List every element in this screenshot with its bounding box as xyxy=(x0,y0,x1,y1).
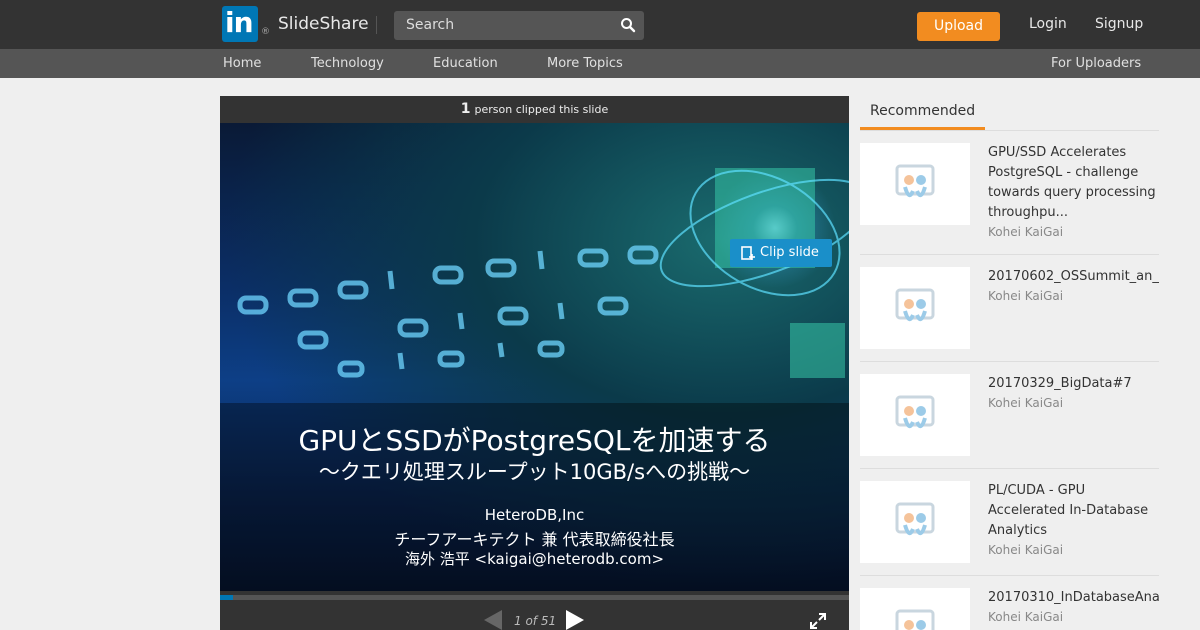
slide-subtitle: ～クエリ処理スループット10GB/sへの挑戦～ xyxy=(318,460,751,484)
list-item[interactable]: PL/CUDA - GPU Accelerated In-Database An… xyxy=(860,469,1159,576)
signup-link[interactable]: Signup xyxy=(1095,16,1143,32)
clip-count: 1 xyxy=(460,101,471,117)
thumbnail[interactable] xyxy=(860,374,970,456)
clip-count-bar: 1 person clipped this slide xyxy=(220,96,849,123)
slideshare-placeholder-icon xyxy=(895,609,935,630)
brand-divider xyxy=(376,16,377,34)
slide-image[interactable]: GPUとSSDがPostgreSQLを加速する ～クエリ処理スループット10GB… xyxy=(220,123,849,591)
next-slide-icon[interactable] xyxy=(566,610,584,630)
list-item[interactable]: 20170329_BigData#7 Kohei KaiGai xyxy=(860,362,1159,469)
slide-title: GPUとSSDがPostgreSQLを加速する xyxy=(298,424,771,457)
slideshare-placeholder-icon xyxy=(895,288,935,322)
clip-slide-button[interactable]: Clip slide xyxy=(730,239,832,267)
recommended-author[interactable]: Kohei KaiGai xyxy=(988,610,1063,624)
nav-more-topics[interactable]: More Topics xyxy=(547,56,623,71)
clip-count-text: person clipped this slide xyxy=(474,103,609,116)
slide-role: チーフアーキテクト 兼 代表取締役社長 xyxy=(394,530,675,549)
upload-button[interactable]: Upload xyxy=(917,12,1000,41)
nav-technology[interactable]: Technology xyxy=(311,56,384,71)
slideshare-placeholder-icon xyxy=(895,164,935,198)
slide-author: 海外 浩平 <kaigai@heterodb.com> xyxy=(404,550,665,568)
search-box[interactable]: Search xyxy=(394,11,644,40)
slide-player: 1 person clipped this slide GPUとSSDがPost… xyxy=(220,96,849,630)
recommended-author[interactable]: Kohei KaiGai xyxy=(988,289,1063,303)
brand-name[interactable]: SlideShare xyxy=(278,14,369,34)
clip-slide-label: Clip slide xyxy=(760,245,819,260)
tab-recommended[interactable]: Recommended xyxy=(860,96,985,130)
recommended-title[interactable]: 20170310_InDatabaseAna xyxy=(988,588,1164,608)
recommended-author[interactable]: Kohei KaiGai xyxy=(988,543,1063,557)
slideshare-placeholder-icon xyxy=(895,502,935,536)
recommended-author[interactable]: Kohei KaiGai xyxy=(988,225,1063,239)
sub-navigation: Home Technology Education More Topics Fo… xyxy=(0,49,1200,78)
thumbnail[interactable] xyxy=(860,143,970,225)
linkedin-logo[interactable]: in xyxy=(222,6,258,42)
nav-home[interactable]: Home xyxy=(223,56,261,71)
recommended-author[interactable]: Kohei KaiGai xyxy=(988,396,1063,410)
top-bar: in ® SlideShare Search Upload Login Sign… xyxy=(0,0,1200,49)
previous-slide-icon[interactable] xyxy=(484,610,502,630)
search-icon[interactable] xyxy=(620,17,636,33)
thumbnail[interactable] xyxy=(860,588,970,630)
slide-company: HeteroDB,Inc xyxy=(484,506,585,524)
recommended-title[interactable]: 20170602_OSSummit_an_ xyxy=(988,267,1164,287)
fullscreen-icon[interactable] xyxy=(809,612,827,630)
recommended-title[interactable]: GPU/SSD Accelerates PostgreSQL - challen… xyxy=(988,143,1164,223)
search-input[interactable]: Search xyxy=(406,17,454,33)
list-item[interactable]: 20170602_OSSummit_an_ Kohei KaiGai xyxy=(860,255,1159,362)
nav-education[interactable]: Education xyxy=(433,56,498,71)
page-indicator: 1 of 51 xyxy=(514,614,557,628)
registered-mark: ® xyxy=(261,27,270,37)
login-link[interactable]: Login xyxy=(1029,16,1067,32)
nav-for-uploaders[interactable]: For Uploaders xyxy=(1051,56,1141,71)
linkedin-logo-text: in xyxy=(225,6,254,39)
list-item[interactable]: GPU/SSD Accelerates PostgreSQL - challen… xyxy=(860,131,1159,255)
recommended-title[interactable]: 20170329_BigData#7 xyxy=(988,374,1164,394)
list-item[interactable]: 20170310_InDatabaseAna Kohei KaiGai xyxy=(860,576,1160,630)
player-controls: 1 of 51 xyxy=(220,600,849,630)
recommended-title[interactable]: PL/CUDA - GPU Accelerated In-Database An… xyxy=(988,481,1164,541)
slideshare-placeholder-icon xyxy=(895,395,935,429)
thumbnail[interactable] xyxy=(860,481,970,563)
clip-icon xyxy=(741,246,755,260)
thumbnail[interactable] xyxy=(860,267,970,349)
